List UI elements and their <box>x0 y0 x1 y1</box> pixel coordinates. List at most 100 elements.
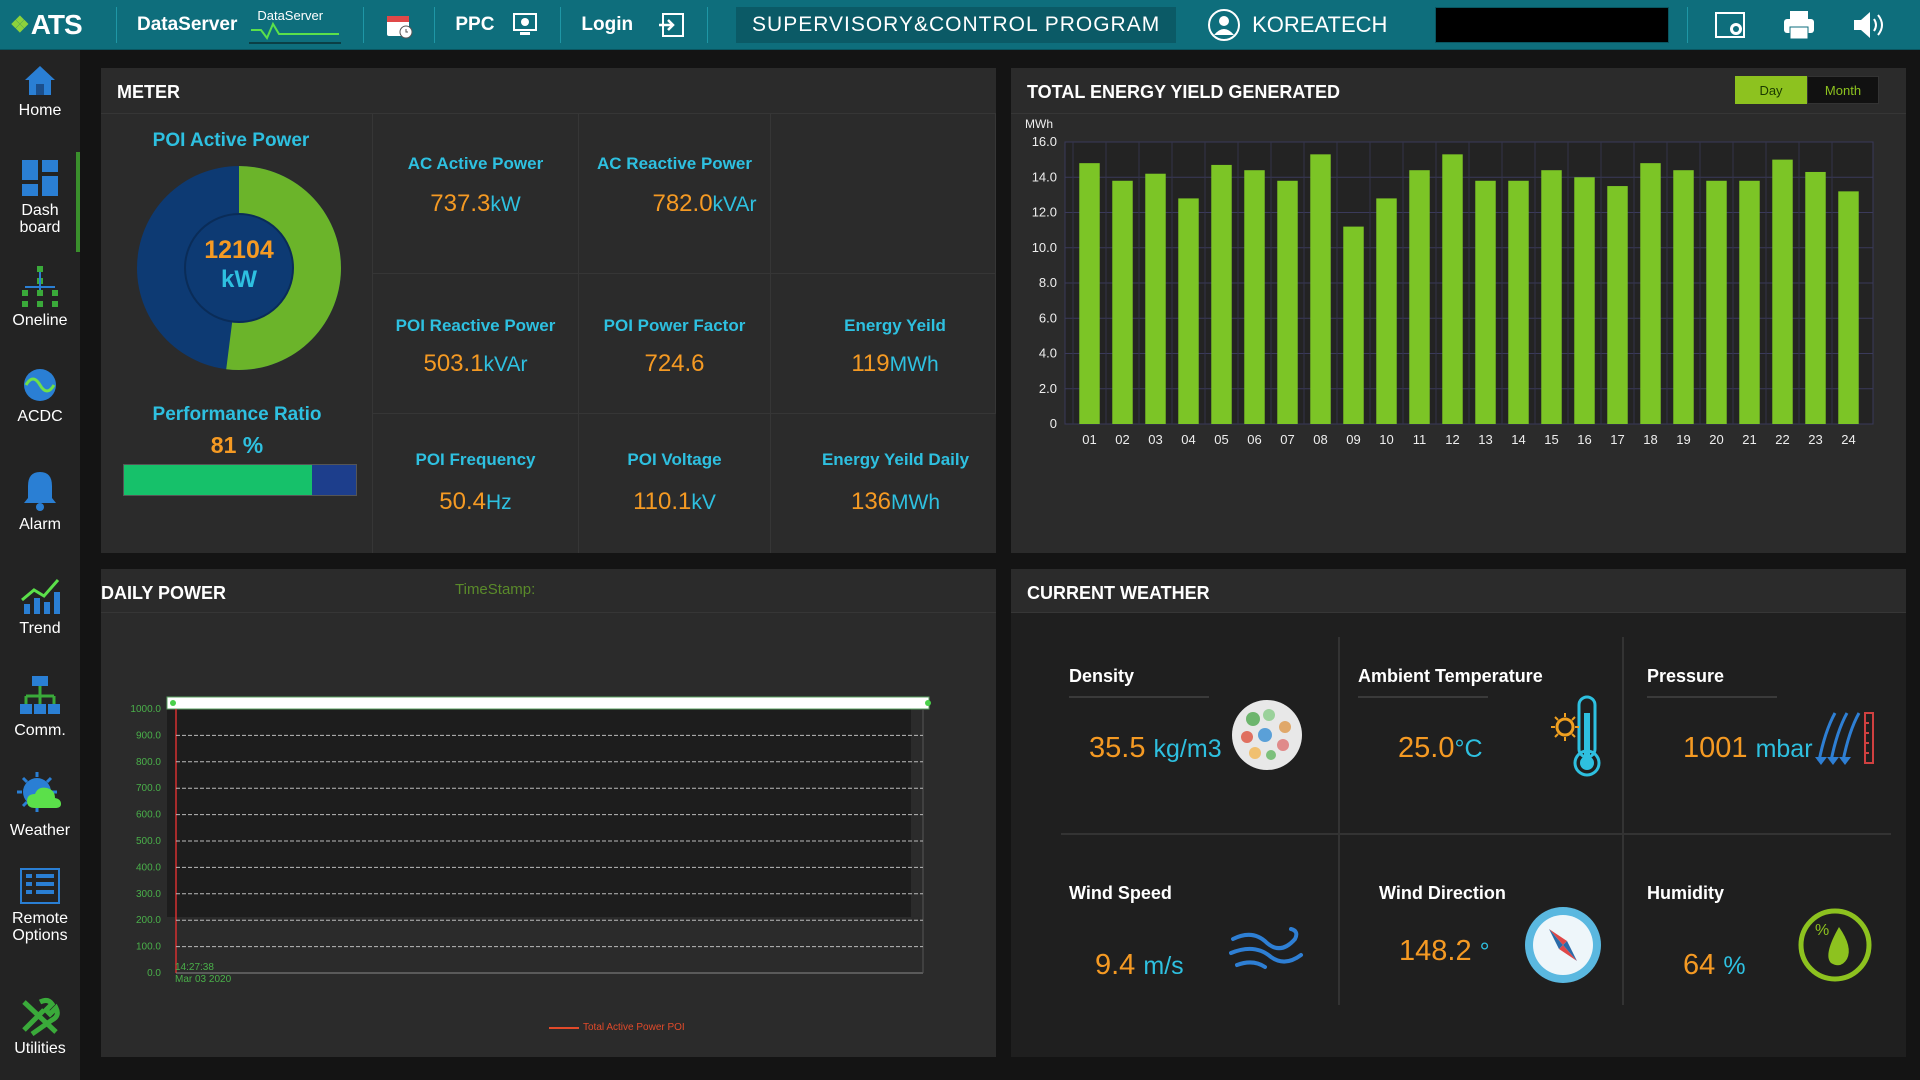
sidebar-item-dashboard[interactable]: Dash board <box>0 158 80 236</box>
day-toggle-button[interactable]: Day <box>1735 76 1807 104</box>
y-tick-label: 16.0 <box>1032 134 1057 149</box>
x-tick-label: 06 <box>1247 432 1261 447</box>
bar <box>1706 180 1727 424</box>
bar <box>1772 159 1793 424</box>
month-toggle-button[interactable]: Month <box>1807 76 1879 104</box>
user-box[interactable]: KOREATECH <box>1206 7 1387 43</box>
x-tick-label: 09 <box>1346 432 1360 447</box>
sidebar-item-label: Utilities <box>14 1040 66 1057</box>
divider <box>1338 637 1340 1005</box>
pressure-unit: mbar <box>1755 735 1813 763</box>
bar <box>1673 170 1694 424</box>
bar <box>1475 180 1496 424</box>
cell-value: 110.1kV <box>579 488 770 516</box>
cell-number: 724.6 <box>644 350 705 377</box>
x-tick-label: 19 <box>1676 432 1690 447</box>
x-tick-label: 12 <box>1445 432 1459 447</box>
sidebar: Home Dash board Oneline ACDC Alarm Trend… <box>0 50 80 1080</box>
alarm-icon <box>24 472 56 511</box>
oneline-icon <box>22 266 58 307</box>
x-tick-label: 14 <box>1511 432 1525 447</box>
cell-number: 503.1 <box>423 350 484 377</box>
thermometer-icon <box>1551 695 1601 777</box>
daily-power-title: DAILY POWER <box>101 583 227 603</box>
daily-header <box>101 569 996 613</box>
sidebar-item-home[interactable]: Home <box>0 62 80 119</box>
y-tick-label: 600.0 <box>136 810 161 821</box>
dataserver-status-indicator[interactable]: DataServer <box>249 6 342 44</box>
wind-direction-readout: 148.2 ° <box>1399 935 1490 968</box>
dataserver-button[interactable]: DataServer <box>125 14 249 36</box>
x-tick-label: 22 <box>1775 432 1789 447</box>
sidebar-item-remote-options[interactable]: Remote Options <box>0 866 80 944</box>
y-tick-label: 0.0 <box>147 968 161 979</box>
speaker-icon[interactable] <box>1852 8 1886 42</box>
cell-label: POI Power Factor <box>603 316 746 335</box>
sidebar-item-weather[interactable]: Weather <box>0 770 80 839</box>
cell-number: 119 <box>851 350 890 377</box>
pressure-readout: 1001 mbar <box>1683 732 1813 765</box>
y-tick-label: 10.0 <box>1032 240 1057 255</box>
cell-value: 503.1kVAr <box>373 350 578 378</box>
x-tick-label: 01 <box>1082 432 1096 447</box>
sidebar-item-alarm[interactable]: Alarm <box>0 468 80 533</box>
wind-direction-unit: ° <box>1479 938 1490 966</box>
sidebar-item-label: ACDC <box>17 408 63 425</box>
bar <box>1277 180 1298 424</box>
sidebar-item-label: Comm. <box>14 722 66 739</box>
daily-power-panel: DAILY POWER TimeStamp: 1000.0 900.0 800.0 7… <box>101 569 996 1057</box>
wind-direction-value: 148.2 <box>1399 935 1472 967</box>
ppc-monitor-icon[interactable] <box>508 8 542 42</box>
bar <box>1574 177 1595 424</box>
sidebar-item-utilities[interactable]: Utilities <box>0 996 80 1057</box>
meter-cell-ac-active-power: AC Active Power 737.3kW <box>373 114 579 274</box>
divider <box>1622 637 1624 1005</box>
humidity-icon: % <box>1798 908 1872 982</box>
x-tick-label: 23 <box>1808 432 1822 447</box>
x-tick-label: 24 <box>1841 432 1855 447</box>
cell-label: POI Voltage <box>627 450 722 469</box>
wind-icon <box>1229 927 1303 969</box>
performance-ratio-readout: 81 % <box>101 432 373 459</box>
y-tick-label: 8.0 <box>1039 275 1057 290</box>
bar <box>1838 191 1859 424</box>
sidebar-item-label: Remote Options <box>11 910 69 944</box>
performance-ratio-bar-fill <box>124 465 312 495</box>
y-tick-label: 14.0 <box>1032 169 1057 184</box>
comm-icon <box>20 676 60 714</box>
meter-title: METER <box>117 82 180 102</box>
cell-unit: kV <box>691 491 716 514</box>
logo-dots-icon: ❖ <box>10 11 30 37</box>
meter-cell-ac-reactive-power: AC Reactive Power 782.0kVAr <box>579 114 771 274</box>
bar <box>1640 163 1661 424</box>
sidebar-item-comm[interactable]: Comm. <box>0 674 80 739</box>
screenshot-icon[interactable] <box>1714 8 1748 42</box>
print-icon[interactable] <box>1782 8 1816 42</box>
cell-label: Energy Yeild Daily <box>821 450 970 469</box>
sidebar-item-acdc[interactable]: ACDC <box>0 366 80 425</box>
login-icon[interactable] <box>655 8 689 42</box>
divider <box>116 6 117 43</box>
pressure-icon <box>1815 712 1874 765</box>
sidebar-item-trend[interactable]: Trend <box>0 576 80 637</box>
ats-logo[interactable]: ❖ ATS <box>0 9 108 41</box>
cell-label: Energy Yeild <box>844 316 946 335</box>
top-bar: ❖ ATS DataServer DataServer PPC Login SUP… <box>0 0 1920 50</box>
sidebar-item-oneline[interactable]: Oneline <box>0 264 80 329</box>
cell-value: 724.6 <box>579 350 770 378</box>
calendar-icon[interactable] <box>382 8 416 42</box>
divider <box>363 6 365 43</box>
ppc-button[interactable]: PPC <box>443 14 498 36</box>
y-tick-label: 500.0 <box>136 836 161 847</box>
humidity-value: 64 <box>1683 949 1716 981</box>
weather-icon <box>17 772 61 812</box>
bar <box>1541 170 1562 424</box>
login-button[interactable]: Login <box>569 14 645 36</box>
bar <box>1178 198 1199 424</box>
performance-ratio-value: 81 <box>210 432 237 458</box>
meter-cell-poi-power-factor: POI Power Factor 724.6 <box>579 274 771 414</box>
bar <box>1310 154 1331 424</box>
home-icon <box>25 66 55 95</box>
humidity-unit: % <box>1723 952 1746 980</box>
sidebar-item-label: Trend <box>19 620 61 637</box>
